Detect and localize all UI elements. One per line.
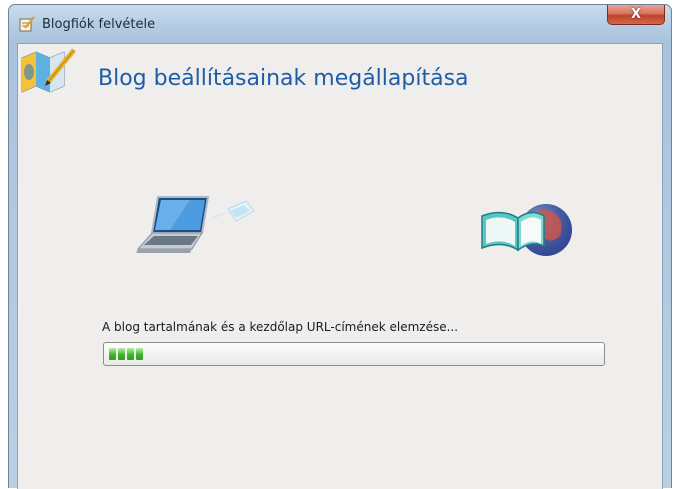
notepad-pencil-icon (19, 16, 35, 32)
dialog-window: Blogfiók felvétele X Blog beállításainak… (8, 4, 672, 489)
map-pencil-icon (18, 46, 78, 96)
dialog-content: Blog beállításainak megállapítása A blog… (17, 43, 663, 489)
progress-segment (118, 348, 125, 360)
close-icon: X (630, 7, 642, 22)
progress-segment (109, 348, 116, 360)
window-title: Blogfiók felvétele (42, 17, 156, 32)
globe-book-icon (474, 194, 584, 264)
laptop-icon (130, 189, 270, 259)
page-title: Blog beállításainak megállapítása (98, 66, 469, 91)
close-button[interactable]: X (607, 5, 665, 25)
progress-segment (127, 348, 134, 360)
status-message: A blog tartalmának és a kezdőlap URL-cím… (102, 320, 459, 334)
progress-segment (136, 348, 143, 360)
progress-bar (103, 342, 605, 366)
title-bar[interactable]: Blogfiók felvétele X (9, 5, 671, 43)
